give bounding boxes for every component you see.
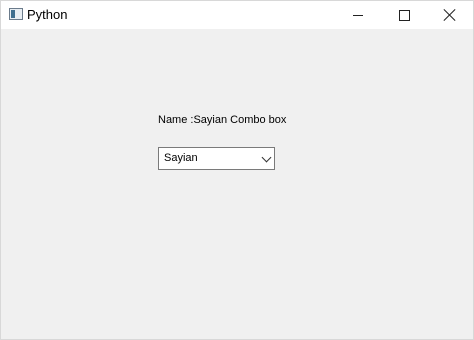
name-label: Name :Sayian Combo box — [158, 114, 287, 126]
maximize-icon — [398, 9, 410, 21]
minimize-icon — [353, 14, 363, 16]
combo-selected-value: Sayian — [164, 152, 198, 164]
sayian-combo-box[interactable]: Sayian — [158, 147, 275, 170]
title-bar[interactable]: Python — [1, 1, 473, 29]
close-button[interactable] — [427, 1, 473, 29]
chevron-down-icon[interactable] — [261, 152, 272, 163]
window-client-area: Name :Sayian Combo box Sayian — [1, 29, 473, 339]
minimize-button[interactable] — [335, 1, 381, 29]
maximize-button[interactable] — [381, 1, 427, 29]
app-window: Python Name :Sayian Combo box Sayian — [0, 0, 474, 340]
close-icon — [444, 9, 456, 21]
window-title: Python — [27, 7, 68, 22]
python-window-icon — [9, 8, 23, 20]
